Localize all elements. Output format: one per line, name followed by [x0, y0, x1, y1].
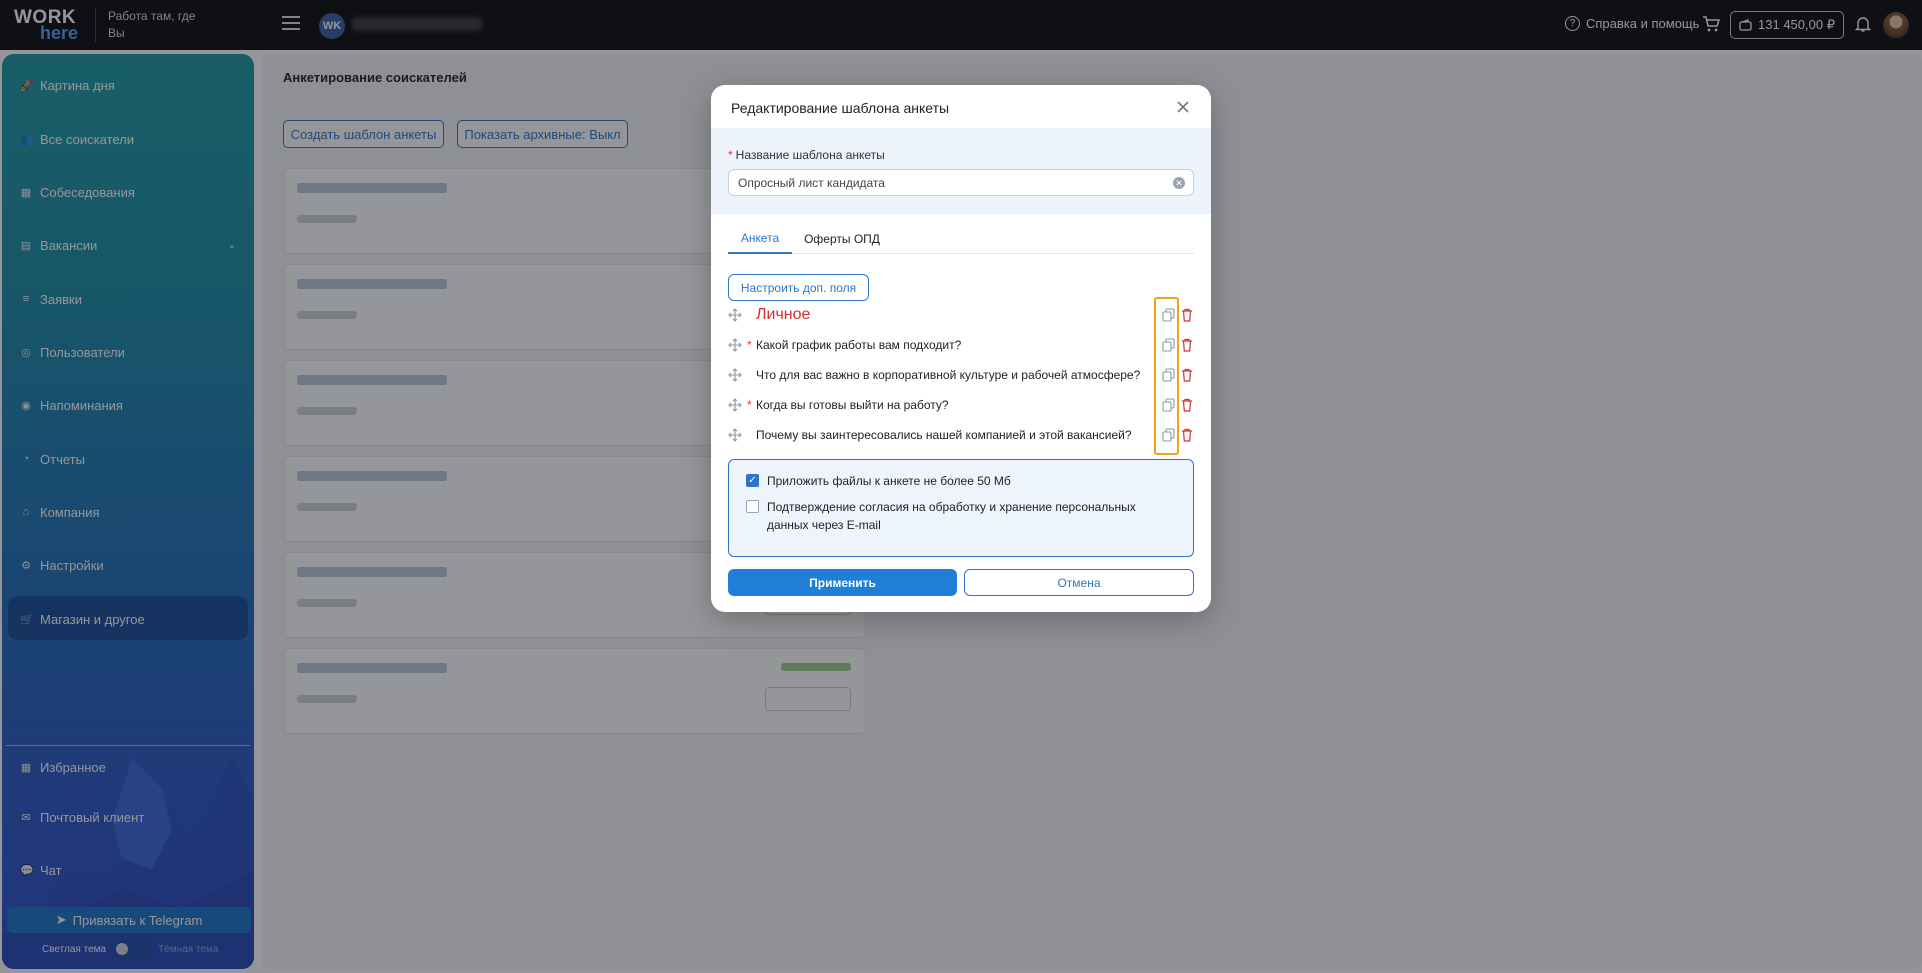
configure-fields-button[interactable]: Настроить доп. поля — [728, 274, 869, 301]
drag-handle-icon[interactable] — [728, 428, 742, 442]
required-marker: * — [747, 338, 752, 352]
trash-icon[interactable] — [1181, 338, 1193, 352]
template-name-label: * Название шаблона анкеты — [728, 148, 885, 162]
question-text: Какой график работы вам подходит? — [756, 338, 962, 352]
checkbox-icon[interactable] — [746, 500, 759, 513]
drag-handle-icon[interactable] — [728, 308, 742, 322]
tab-questionnaire[interactable]: Анкета — [728, 223, 792, 254]
question-row[interactable]: * Какой график работы вам подходит? — [728, 333, 1198, 357]
clear-icon[interactable]: ✕ — [1173, 177, 1185, 189]
question-text: Когда вы готовы выйти на работу? — [756, 398, 949, 412]
modal-tabs: Анкета Оферты ОПД — [728, 223, 1194, 254]
cancel-button[interactable]: Отмена — [964, 569, 1194, 596]
trash-icon[interactable] — [1181, 368, 1193, 382]
drag-handle-icon[interactable] — [728, 398, 742, 412]
question-text: Что для вас важно в корпоративной культу… — [756, 368, 1141, 382]
option-label: Подтверждение согласия на обработку и хр… — [767, 500, 1136, 532]
option-consent-email[interactable]: Подтверждение согласия на обработку и хр… — [746, 498, 1146, 534]
modal-title: Редактирование шаблона анкеты — [731, 100, 950, 116]
copy-actions-highlight — [1154, 297, 1179, 455]
trash-icon[interactable] — [1181, 398, 1193, 412]
question-text: Личное — [756, 306, 811, 323]
checkbox-checked-icon[interactable]: ✓ — [746, 474, 759, 487]
options-box: ✓ Приложить файлы к анкете не более 50 М… — [728, 459, 1194, 557]
option-attach-files[interactable]: ✓ Приложить файлы к анкете не более 50 М… — [746, 472, 1011, 490]
template-name-section: * Название шаблона анкеты Опросный лист к… — [711, 128, 1211, 214]
question-text: Почему вы заинтересовались нашей компани… — [756, 428, 1132, 442]
close-icon[interactable] — [1173, 97, 1193, 117]
trash-icon[interactable] — [1181, 428, 1193, 442]
question-row[interactable]: Личное — [728, 303, 1198, 327]
drag-handle-icon[interactable] — [728, 368, 742, 382]
drag-handle-icon[interactable] — [728, 338, 742, 352]
question-row[interactable]: Что для вас важно в корпоративной культу… — [728, 363, 1198, 387]
template-name-value: Опросный лист кандидата — [738, 175, 885, 190]
edit-template-modal: Редактирование шаблона анкеты * Название … — [711, 85, 1211, 612]
trash-icon[interactable] — [1181, 308, 1193, 322]
template-name-input[interactable]: Опросный лист кандидата ✕ — [728, 169, 1194, 196]
question-row[interactable]: * Когда вы готовы выйти на работу? — [728, 393, 1198, 417]
required-marker: * — [747, 398, 752, 412]
apply-button[interactable]: Применить — [728, 569, 957, 596]
tab-offers[interactable]: Оферты ОПД — [800, 223, 884, 254]
option-label: Приложить файлы к анкете не более 50 Мб — [767, 474, 1011, 488]
question-row[interactable]: Почему вы заинтересовались нашей компани… — [728, 423, 1198, 447]
